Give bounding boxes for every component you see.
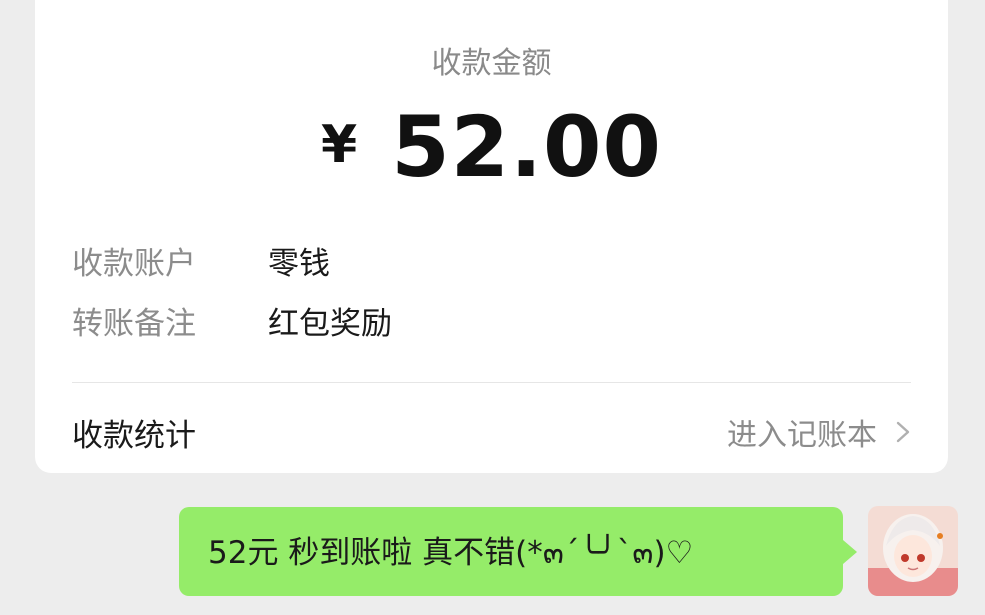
ledger-link[interactable]: 进入记账本 xyxy=(727,410,915,454)
chat-bubble[interactable]: 52元 秒到账啦 真不错(*๓´╰╯`๓)♡ xyxy=(179,507,843,596)
remark-value: 红包奖励 xyxy=(268,306,392,342)
avatar[interactable] xyxy=(868,506,958,596)
account-value: 零钱 xyxy=(268,246,330,282)
receipt-card: 收款金额 ¥52.00 收款账户 零钱 转账备注 红包奖励 收款统计 进入记账本 xyxy=(35,0,948,473)
chevron-right-icon xyxy=(896,421,910,443)
stats-row[interactable]: 收款统计 进入记账本 xyxy=(72,410,915,454)
amount-value: 52.00 xyxy=(391,98,662,196)
currency-symbol: ¥ xyxy=(321,115,358,175)
chat-message: 52元 秒到账啦 真不错(*๓´╰╯`๓)♡ xyxy=(208,534,694,571)
divider xyxy=(72,382,911,383)
stats-label: 收款统计 xyxy=(72,417,196,454)
remark-label: 转账备注 xyxy=(72,306,196,342)
avatar-image xyxy=(868,506,958,596)
account-label: 收款账户 xyxy=(72,246,196,282)
account-row: 收款账户 零钱 xyxy=(72,238,330,283)
remark-row: 转账备注 红包奖励 xyxy=(72,298,392,343)
amount-display: ¥52.00 xyxy=(35,98,948,196)
ledger-link-label: 进入记账本 xyxy=(727,418,877,453)
amount-caption: 收款金额 xyxy=(431,46,552,81)
bubble-tail xyxy=(843,540,857,564)
